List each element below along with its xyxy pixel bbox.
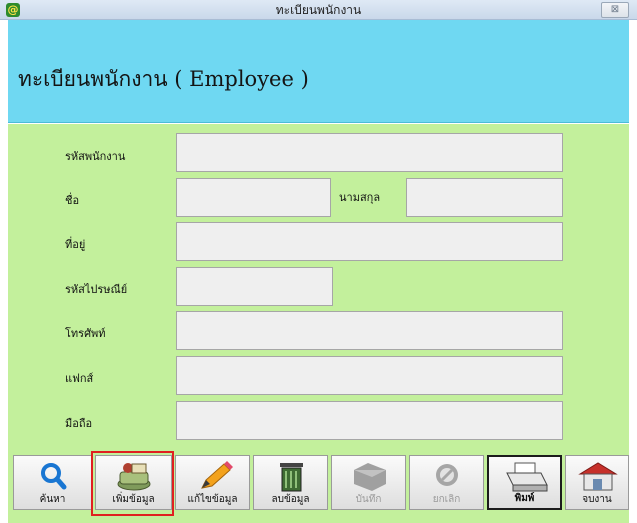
- edit-button-label: แก้ไขข้อมูล: [187, 494, 238, 505]
- save-icon: [354, 463, 386, 491]
- save-button-label: บันทึก: [355, 494, 382, 505]
- mobile-label: มือถือ: [65, 417, 93, 430]
- printer-icon: [506, 462, 548, 492]
- house-icon: [578, 462, 618, 491]
- fax-label: แฟกส์: [65, 372, 94, 385]
- address-field[interactable]: [176, 222, 563, 261]
- trash-icon: [280, 463, 303, 492]
- last-name-field[interactable]: [406, 178, 563, 217]
- magnifier-icon: [41, 463, 67, 490]
- postal-code-field[interactable]: [176, 267, 333, 306]
- exit-button[interactable]: จบงาน: [565, 455, 629, 510]
- title-bar[interactable]: @ ทะเบียนพนักงาน ⊠: [0, 0, 637, 20]
- print-button[interactable]: พิมพ์: [487, 455, 562, 510]
- employee-code-field[interactable]: [176, 133, 563, 172]
- address-label: ที่อยู่: [65, 238, 86, 251]
- exit-button-label: จบงาน: [582, 494, 612, 505]
- save-button[interactable]: บันทึก: [331, 455, 406, 510]
- first-name-label: ชื่อ: [65, 194, 80, 207]
- page-title: ทะเบียนพนักงาน ( Employee ): [18, 67, 309, 91]
- last-name-label: นามสกุล: [339, 191, 381, 204]
- cancel-button[interactable]: ยกเลิก: [409, 455, 484, 510]
- first-name-field[interactable]: [176, 178, 331, 217]
- employee-code-label: รหัสพนักงาน: [65, 150, 126, 163]
- phone-label: โทรศัพท์: [65, 327, 106, 340]
- mobile-field[interactable]: [176, 401, 563, 440]
- print-button-label: พิมพ์: [514, 493, 535, 504]
- close-button[interactable]: ⊠: [601, 2, 629, 18]
- cancel-button-label: ยกเลิก: [432, 494, 461, 505]
- search-button[interactable]: ค้นหา: [13, 455, 92, 510]
- edit-button[interactable]: แก้ไขข้อมูล: [175, 455, 250, 510]
- add-button-highlight: [91, 451, 174, 516]
- cancel-icon: [436, 464, 458, 486]
- fax-field[interactable]: [176, 356, 563, 395]
- phone-field[interactable]: [176, 311, 563, 350]
- delete-button-label: ลบข้อมูล: [271, 494, 310, 505]
- postal-code-label: รหัสไปรษณีย์: [65, 283, 128, 296]
- search-button-label: ค้นหา: [39, 494, 66, 505]
- pencil-icon: [201, 461, 233, 489]
- delete-button[interactable]: ลบข้อมูล: [253, 455, 328, 510]
- employee-window: @ ทะเบียนพนักงาน ⊠ ทะเบียนพนักงาน ( Empl…: [0, 0, 637, 523]
- window-title: ทะเบียนพนักงาน: [275, 3, 362, 17]
